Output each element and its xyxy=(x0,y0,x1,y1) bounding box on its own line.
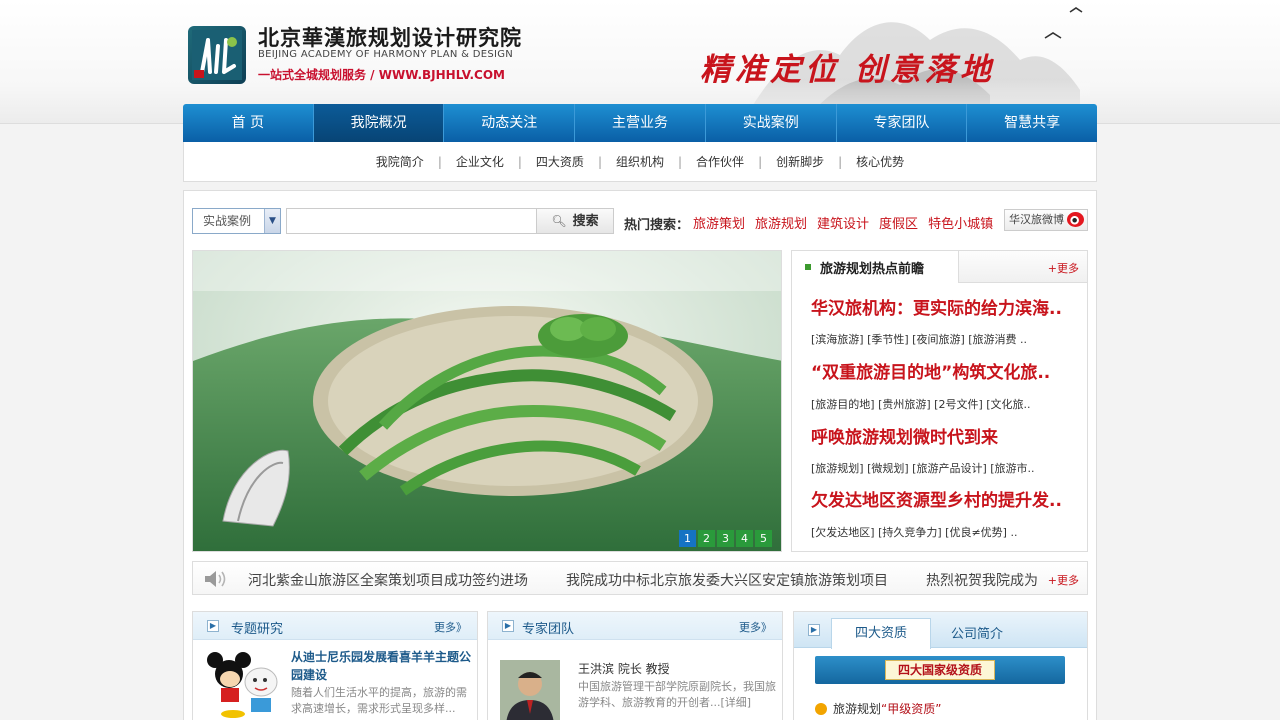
speaker-icon xyxy=(205,571,226,587)
hot-search-label: 热门搜索： xyxy=(624,218,690,233)
search-icon: 🔍︎ xyxy=(551,214,567,228)
tab-company-intro[interactable]: 公司简介 xyxy=(951,623,1003,642)
nav-item-share[interactable]: 智慧共享 xyxy=(967,104,1097,142)
ticker-more-link[interactable]: +更多 xyxy=(1048,572,1079,588)
hot-news-header: 旅游规划热点前瞻 +更多 xyxy=(792,251,1087,283)
expert-name-title[interactable]: 王洪滨 院长 教授 xyxy=(578,660,670,677)
hot-link[interactable]: 旅游规划 xyxy=(755,213,807,232)
bullet-icon xyxy=(815,703,827,715)
ticker-item[interactable]: 热烈祝贺我院成为 xyxy=(926,570,1038,590)
search-input[interactable] xyxy=(286,208,537,234)
weibo-icon xyxy=(1067,212,1084,227)
news-headline[interactable]: “双重旅游目的地”构筑文化旅.. xyxy=(811,358,1050,383)
hot-news-tab: 旅游规划热点前瞻 xyxy=(792,251,959,283)
search-category-value: 实战案例 xyxy=(203,214,252,228)
search-category-select[interactable]: 实战案例 ▼ xyxy=(192,208,281,234)
arrow-right-icon: ▶ xyxy=(502,620,514,632)
hot-search-links: 旅游策划 旅游规划 建筑设计 度假区 特色小城镇 xyxy=(693,213,993,232)
arrow-right-icon: ▶ xyxy=(207,620,219,632)
subnav-item-culture[interactable]: 企业文化 xyxy=(442,153,518,170)
expert-photo[interactable] xyxy=(500,660,560,720)
topics-title: 专题研究 xyxy=(231,622,284,637)
grid-bullet-icon xyxy=(804,263,812,271)
tab-qualifications[interactable]: 四大资质 xyxy=(831,618,931,649)
banner-page-button[interactable]: 5 xyxy=(755,530,772,547)
chevron-down-icon[interactable]: ▼ xyxy=(264,209,280,233)
slogan-text: 精准定位 创意落地 xyxy=(700,52,995,88)
ticker-items: 河北紫金山旅游区全案策划项目成功签约进场 我院成功中标北京旅发委大兴区安定镇旅游… xyxy=(248,570,1038,590)
expert-desc-1: 中国旅游管理干部学院原副院长，我国旅 xyxy=(578,680,776,693)
experts-box: ▶ 专家团队 更多》 王洪滨 院长 教授 中国旅游管理干部学院原副院长，我国旅 … xyxy=(487,611,783,720)
hot-link[interactable]: 旅游策划 xyxy=(693,213,745,232)
qualifications-tabs: ▶ 四大资质 公司简介 xyxy=(794,612,1087,649)
banner-page-button[interactable]: 1 xyxy=(679,530,696,547)
subnav-item-organization[interactable]: 组织机构 xyxy=(602,153,678,170)
logo-chinese-name: 北京華漢旅规划设计研究院 xyxy=(258,25,522,50)
search-button-label: 搜索 xyxy=(572,214,599,229)
hot-link[interactable]: 度假区 xyxy=(879,213,918,232)
cartoon-characters-image[interactable] xyxy=(203,648,283,720)
search-button[interactable]: 🔍︎ 搜索 xyxy=(536,208,614,234)
experts-more-link[interactable]: 更多》 xyxy=(739,619,772,635)
weibo-button[interactable]: 华汉旅微博 xyxy=(1004,209,1088,231)
topic-article-excerpt-1: 随着人们生活水平的提高，旅游的需 xyxy=(291,686,467,699)
ribbon-text: 四大国家级资质 xyxy=(885,660,995,680)
resort-aerial-illustration xyxy=(193,251,781,551)
ticker-item[interactable]: 河北紫金山旅游区全案策划项目成功签约进场 xyxy=(248,570,528,590)
subnav-item-intro[interactable]: 我院简介 xyxy=(362,153,438,170)
hot-link[interactable]: 建筑设计 xyxy=(817,213,869,232)
logo-tagline: 一站式全城规划服务 / WWW.BJHHLV.COM xyxy=(258,68,505,82)
subnav-item-qualifications[interactable]: 四大资质 xyxy=(522,153,598,170)
subnav-item-innovation[interactable]: 创新脚步 xyxy=(762,153,838,170)
topics-more-link[interactable]: 更多》 xyxy=(434,619,467,635)
experts-header: ▶ 专家团队 更多》 xyxy=(488,612,782,640)
qualification-item[interactable]: 旅游规划“甲级资质” xyxy=(815,700,941,717)
banner-page-button[interactable]: 2 xyxy=(698,530,715,547)
nav-item-home[interactable]: 首 页 xyxy=(183,104,314,142)
topics-box: ▶ 专题研究 更多》 从迪士尼乐园发展看喜羊羊主题公园建设 随着人们生活水平的提… xyxy=(192,611,478,720)
main-navigation: 首 页 我院概况 动态关注 主营业务 实战案例 专家团队 智慧共享 xyxy=(183,104,1097,142)
topic-article-title[interactable]: 从迪士尼乐园发展看喜羊羊主题公园建设 xyxy=(291,648,471,684)
qualifications-ribbon: 四大国家级资质 xyxy=(815,656,1065,684)
hot-news-more-link[interactable]: +更多 xyxy=(1048,260,1079,276)
news-headline[interactable]: 呼唤旅游规划微时代到来 xyxy=(811,423,998,448)
news-headline[interactable]: 欠发达地区资源型乡村的提升发.. xyxy=(811,486,1062,511)
news-tags[interactable]: [欠发达地区] [持久竞争力] [优良≠优势] .. xyxy=(811,524,1017,540)
weibo-label: 华汉旅微博 xyxy=(1009,213,1064,226)
news-tags[interactable]: [旅游目的地] [贵州旅游] [2号文件] [文化旅.. xyxy=(811,396,1031,412)
nav-item-about[interactable]: 我院概况 xyxy=(313,104,445,142)
arrow-right-icon: ▶ xyxy=(808,624,820,636)
news-tags[interactable]: [滨海旅游] [季节性] [夜间旅游] [旅游消费 .. xyxy=(811,331,1027,347)
expert-desc-2[interactable]: 游学科、旅游教育的开创者...[详细] xyxy=(578,694,751,710)
subnav-item-advantages[interactable]: 核心优势 xyxy=(842,153,918,170)
qualification-prefix: 旅游规划 xyxy=(833,702,882,716)
ticker-item[interactable]: 我院成功中标北京旅发委大兴区安定镇旅游策划项目 xyxy=(566,570,888,590)
banner-image[interactable] xyxy=(192,250,782,552)
nav-item-news[interactable]: 动态关注 xyxy=(444,104,576,142)
subnav-item-partners[interactable]: 合作伙伴 xyxy=(682,153,758,170)
banner-page-button[interactable]: 3 xyxy=(717,530,734,547)
experts-title: 专家团队 xyxy=(522,622,575,637)
banner-page-button[interactable]: 4 xyxy=(736,530,753,547)
nav-item-business[interactable]: 主营业务 xyxy=(575,104,706,142)
topic-article-excerpt-2: 求高速增长，需求形式呈现多样... xyxy=(291,702,456,715)
news-ticker: 河北紫金山旅游区全案策划项目成功签约进场 我院成功中标北京旅发委大兴区安定镇旅游… xyxy=(192,561,1088,595)
sub-navigation: 我院简介 | 企业文化 | 四大资质 | 组织机构 | 合作伙伴 | 创新脚步 | 核心优势 xyxy=(183,142,1097,182)
logo-icon[interactable] xyxy=(188,26,246,84)
hot-news-title: 旅游规划热点前瞻 xyxy=(820,262,925,277)
nav-item-cases[interactable]: 实战案例 xyxy=(706,104,837,142)
news-tags[interactable]: [旅游规划] [微规划] [旅游产品设计] [旅游市.. xyxy=(811,460,1035,476)
banner-pager: 1 2 3 4 5 xyxy=(679,530,772,547)
news-headline[interactable]: 华汉旅机构：更实际的给力滨海.. xyxy=(811,294,1062,319)
nav-item-experts[interactable]: 专家团队 xyxy=(837,104,968,142)
topics-header: ▶ 专题研究 更多》 xyxy=(193,612,477,640)
logo-english-name: BEIJING ACADEMY OF HARMONY PLAN & DESIGN xyxy=(258,49,514,60)
qualification-grade: “甲级资质” xyxy=(881,702,942,716)
hot-link[interactable]: 特色小城镇 xyxy=(928,213,993,232)
